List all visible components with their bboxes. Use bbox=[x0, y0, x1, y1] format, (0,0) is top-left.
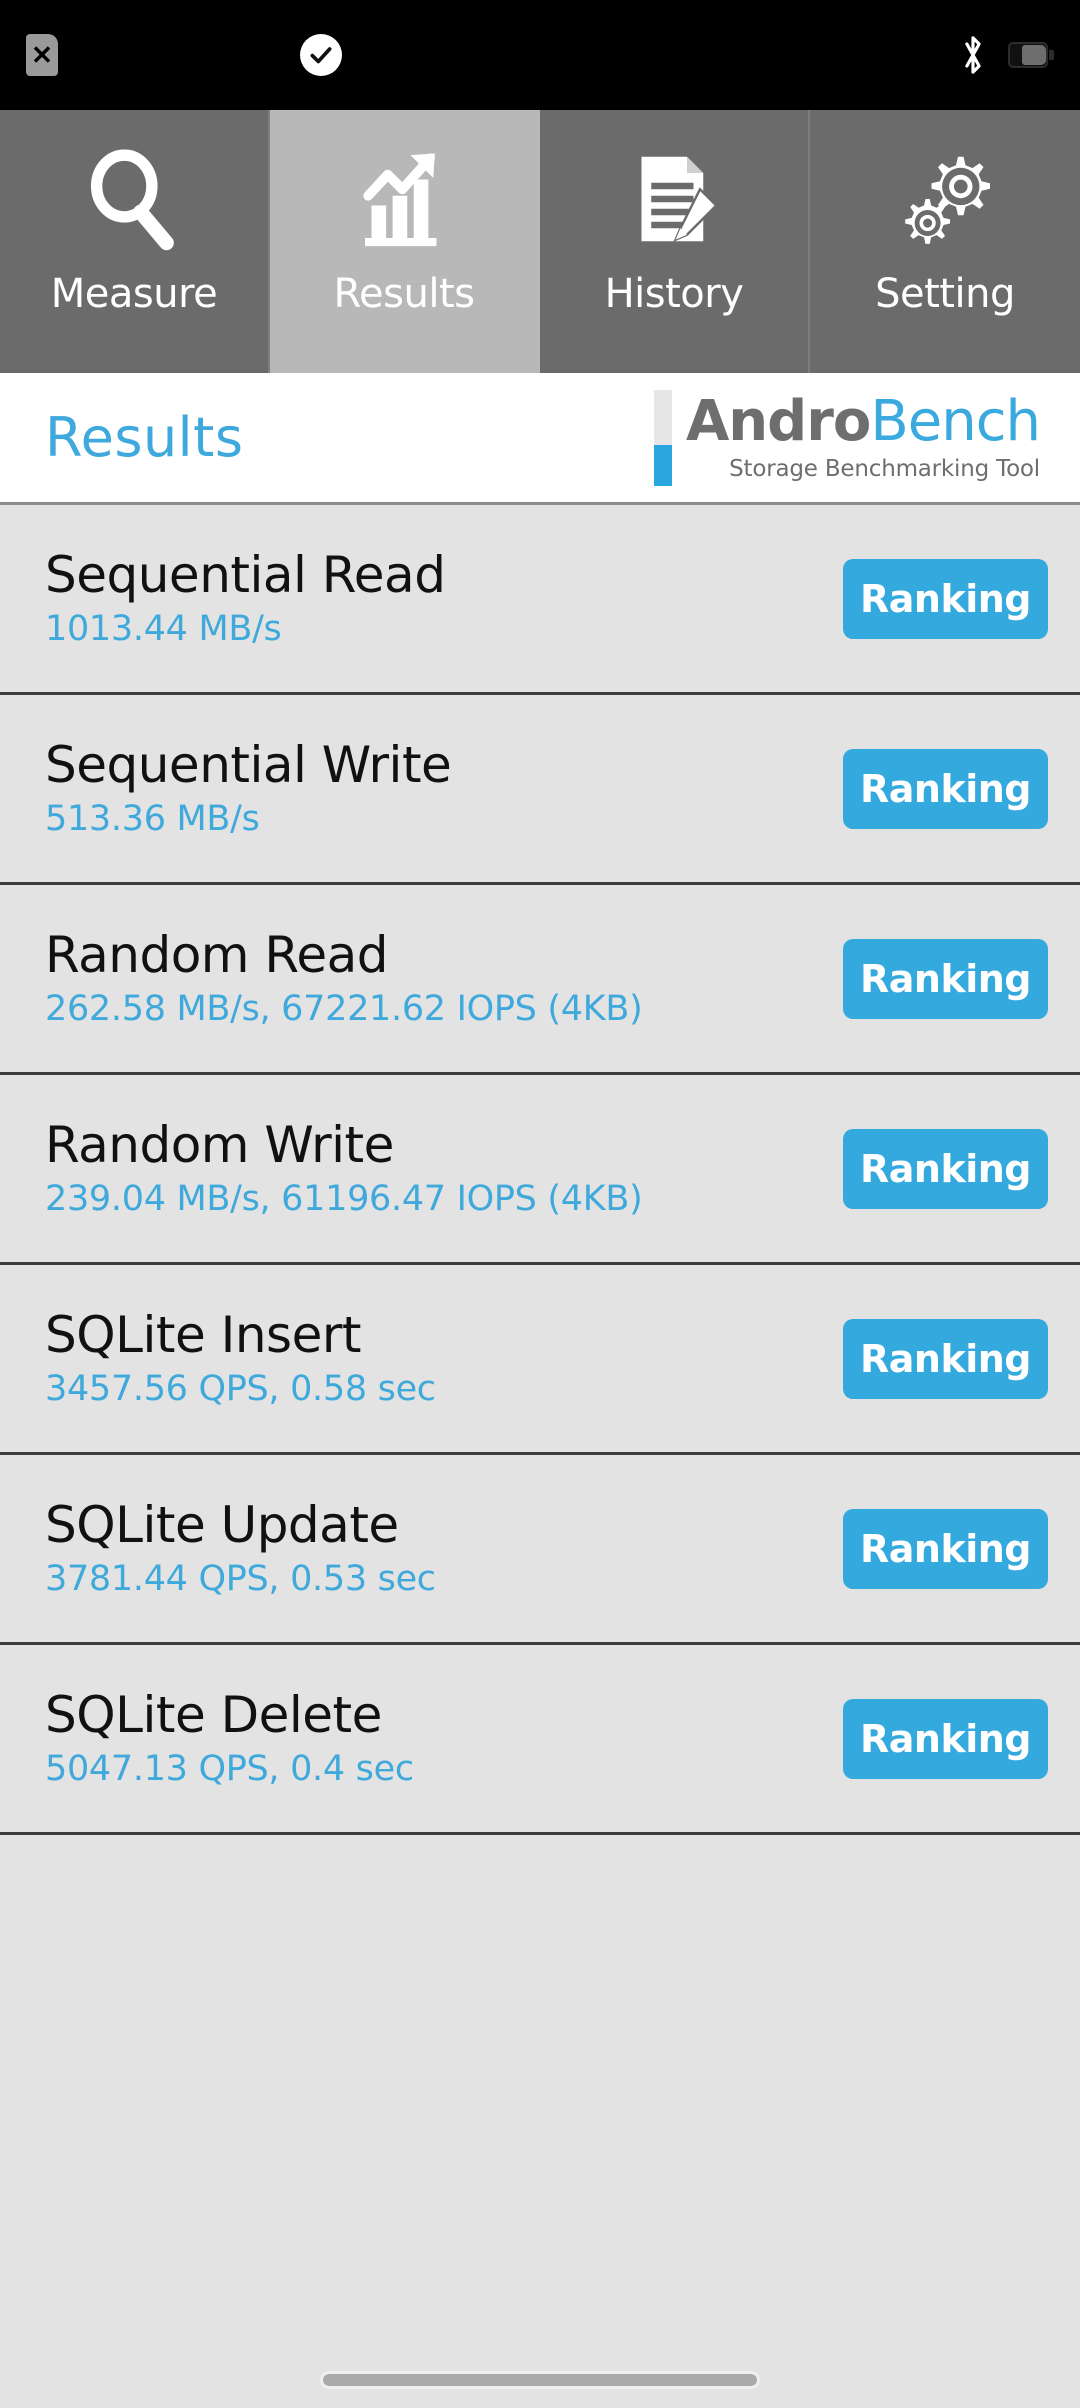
result-name: Sequential Read bbox=[45, 545, 446, 604]
ranking-button[interactable]: Ranking bbox=[843, 938, 1048, 1019]
result-name: Random Write bbox=[45, 1115, 394, 1174]
page-title: Results bbox=[45, 406, 244, 469]
result-value: 3781.44 QPS, 0.53 sec bbox=[45, 1559, 436, 1600]
ranking-button[interactable]: Ranking bbox=[843, 1508, 1048, 1589]
ranking-button[interactable]: Ranking bbox=[843, 558, 1048, 639]
brand-bench: Bench bbox=[870, 388, 1041, 454]
table-row[interactable]: SQLite Delete 5047.13 QPS, 0.4 sec Ranki… bbox=[0, 1645, 1080, 1835]
androbench-logo: AndroBench Storage Benchmarking Tool bbox=[653, 389, 1041, 486]
ranking-button[interactable]: Ranking bbox=[843, 1128, 1048, 1209]
system-navigation-bar bbox=[0, 2352, 1080, 2408]
result-info: SQLite Insert 3457.56 QPS, 0.58 sec bbox=[45, 1305, 436, 1411]
document-pencil-icon bbox=[622, 136, 726, 261]
tab-label: Measure bbox=[50, 271, 218, 317]
result-name: SQLite Update bbox=[45, 1495, 399, 1554]
brand-andro: Andro bbox=[685, 388, 871, 454]
tab-label: Setting bbox=[875, 271, 1015, 317]
check-circle-icon bbox=[300, 34, 342, 76]
result-info: Random Write 239.04 MB/s, 61196.47 IOPS … bbox=[45, 1115, 643, 1221]
brand-tagline: Storage Benchmarking Tool bbox=[729, 455, 1040, 482]
tab-bar: Measure Results History Setting bbox=[0, 110, 1080, 373]
ranking-button[interactable]: Ranking bbox=[843, 748, 1048, 829]
tab-label: Results bbox=[333, 271, 475, 317]
result-name: SQLite Delete bbox=[45, 1685, 382, 1744]
status-bar-left-icons: ✕ bbox=[26, 34, 58, 76]
bar-chart-arrow-icon bbox=[352, 136, 456, 261]
result-info: Random Read 262.58 MB/s, 67221.62 IOPS (… bbox=[45, 925, 643, 1031]
result-info: SQLite Update 3781.44 QPS, 0.53 sec bbox=[45, 1495, 436, 1601]
brand-text: AndroBench Storage Benchmarking Tool bbox=[686, 390, 1041, 486]
table-row[interactable]: SQLite Update 3781.44 QPS, 0.53 sec Rank… bbox=[0, 1455, 1080, 1645]
status-bar: ✕ bbox=[0, 0, 1080, 110]
tab-measure[interactable]: Measure bbox=[0, 110, 270, 373]
bluetooth-icon bbox=[958, 33, 988, 77]
result-info: Sequential Write 513.36 MB/s bbox=[45, 735, 452, 841]
brand-name: AndroBench bbox=[686, 393, 1041, 450]
result-name: SQLite Insert bbox=[45, 1305, 362, 1364]
status-bar-center-icons bbox=[300, 0, 342, 110]
result-info: SQLite Delete 5047.13 QPS, 0.4 sec bbox=[45, 1685, 414, 1791]
battery-icon bbox=[1008, 42, 1054, 68]
brand-bar-icon bbox=[653, 389, 672, 486]
table-row[interactable]: Random Read 262.58 MB/s, 67221.62 IOPS (… bbox=[0, 885, 1080, 1075]
result-name: Random Read bbox=[45, 925, 389, 984]
sim-card-off-icon: ✕ bbox=[26, 34, 58, 76]
tab-results[interactable]: Results bbox=[270, 110, 540, 373]
results-list: Sequential Read 1013.44 MB/s Ranking Seq… bbox=[0, 505, 1080, 1835]
table-row[interactable]: Sequential Read 1013.44 MB/s Ranking bbox=[0, 505, 1080, 695]
status-bar-right-icons bbox=[958, 0, 1054, 110]
ranking-button[interactable]: Ranking bbox=[843, 1698, 1048, 1779]
result-value: 262.58 MB/s, 67221.62 IOPS (4KB) bbox=[45, 989, 643, 1030]
table-row[interactable]: Random Write 239.04 MB/s, 61196.47 IOPS … bbox=[0, 1075, 1080, 1265]
home-gesture-pill[interactable] bbox=[323, 2374, 757, 2386]
result-name: Sequential Write bbox=[45, 735, 452, 794]
tab-setting[interactable]: Setting bbox=[810, 110, 1080, 373]
gears-icon bbox=[893, 136, 997, 261]
list-empty-area bbox=[0, 1835, 1080, 2295]
ranking-button[interactable]: Ranking bbox=[843, 1318, 1048, 1399]
table-row[interactable]: Sequential Write 513.36 MB/s Ranking bbox=[0, 695, 1080, 885]
result-value: 5047.13 QPS, 0.4 sec bbox=[45, 1749, 414, 1790]
result-value: 3457.56 QPS, 0.58 sec bbox=[45, 1369, 436, 1410]
result-value: 239.04 MB/s, 61196.47 IOPS (4KB) bbox=[45, 1179, 643, 1220]
result-info: Sequential Read 1013.44 MB/s bbox=[45, 545, 446, 651]
magnifier-icon bbox=[82, 136, 186, 261]
tab-history[interactable]: History bbox=[540, 110, 810, 373]
app-header: Results AndroBench Storage Benchmarking … bbox=[0, 373, 1080, 505]
table-row[interactable]: SQLite Insert 3457.56 QPS, 0.58 sec Rank… bbox=[0, 1265, 1080, 1455]
app-root: ✕ Measure Results History Setting Result… bbox=[0, 0, 1080, 2408]
result-value: 513.36 MB/s bbox=[45, 799, 260, 840]
result-value: 1013.44 MB/s bbox=[45, 609, 282, 650]
tab-label: History bbox=[604, 271, 744, 317]
